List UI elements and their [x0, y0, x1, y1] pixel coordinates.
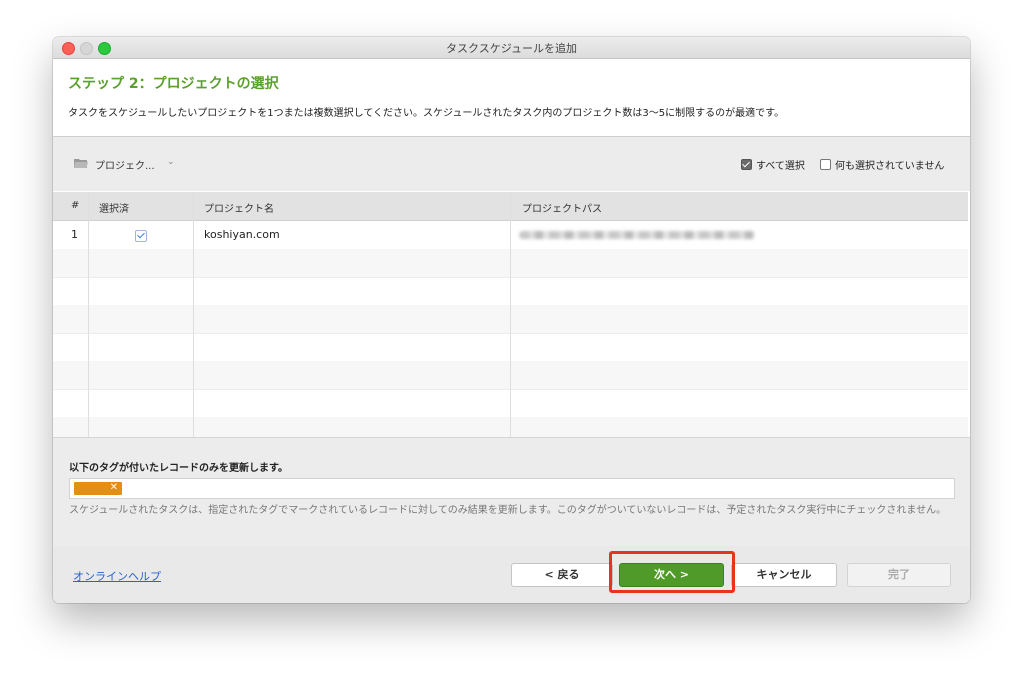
tag-filter-note: スケジュールされたタスクは、指定されたタグでマークされているレコードに対してのみ…	[69, 505, 947, 516]
project-table: # 選択済 プロジェクト名 プロジェクトパス 1 koshiyan.com	[53, 192, 970, 438]
row-project-name: koshiyan.com	[204, 228, 280, 241]
column-divider	[510, 192, 511, 437]
next-button-highlight	[609, 551, 735, 593]
tag-filter-title: 以下のタグが付いたレコードのみを更新します。	[69, 463, 288, 474]
title-bar: タスクスケジュールを追加	[53, 37, 970, 59]
column-header-project-name[interactable]: プロジェクト名	[204, 200, 274, 215]
select-none-checkbox[interactable]	[820, 159, 831, 170]
dialog-footer: オンラインヘルプ < 戻る 次へ > キャンセル 完了	[53, 546, 970, 603]
chevron-down-icon[interactable]: ⌄	[167, 157, 175, 167]
tag-filter-section: 以下のタグが付いたレコードのみを更新します。 ✕ スケジュールされたタスクは、指…	[53, 437, 970, 547]
column-divider	[193, 192, 194, 437]
remove-tag-icon[interactable]: ✕	[110, 482, 118, 493]
select-all-checkbox[interactable]	[741, 159, 752, 170]
column-header-selected[interactable]: 選択済	[99, 200, 129, 215]
finish-button[interactable]: 完了	[847, 563, 951, 587]
window-title: タスクスケジュールを追加	[446, 42, 577, 55]
row-index: 1	[71, 228, 78, 241]
column-divider	[88, 192, 89, 437]
back-button[interactable]: < 戻る	[511, 563, 613, 587]
online-help-link[interactable]: オンラインヘルプ	[73, 568, 161, 584]
column-header-project-path[interactable]: プロジェクトパス	[522, 200, 602, 215]
column-header-index[interactable]: #	[71, 200, 79, 211]
select-none-label[interactable]: 何も選択されていません	[835, 157, 944, 172]
step-description: タスクをスケジュールしたいプロジェクトを1つまたは複数選択してください。スケジュ…	[68, 108, 785, 119]
project-toolbar: プロジェク... ⌄ すべて選択 何も選択されていません	[53, 137, 970, 191]
tag-chip[interactable]: ✕	[74, 482, 122, 495]
row-project-path-redacted	[519, 231, 755, 239]
step-header: ステップ 2：プロジェクトの選択 タスクをスケジュールしたいプロジェクトを1つま…	[53, 59, 970, 137]
tag-input-field[interactable]: ✕	[69, 478, 955, 499]
dialog-window: タスクスケジュールを追加 ステップ 2：プロジェクトの選択 タスクをスケジュール…	[53, 37, 970, 603]
cancel-button[interactable]: キャンセル	[731, 563, 837, 587]
select-all-label[interactable]: すべて選択	[756, 157, 805, 172]
step-title: ステップ 2：プロジェクトの選択	[68, 76, 279, 92]
folder-icon	[74, 159, 88, 168]
project-dropdown[interactable]: プロジェク...	[95, 157, 155, 172]
row-selected-checkbox[interactable]	[135, 230, 147, 242]
